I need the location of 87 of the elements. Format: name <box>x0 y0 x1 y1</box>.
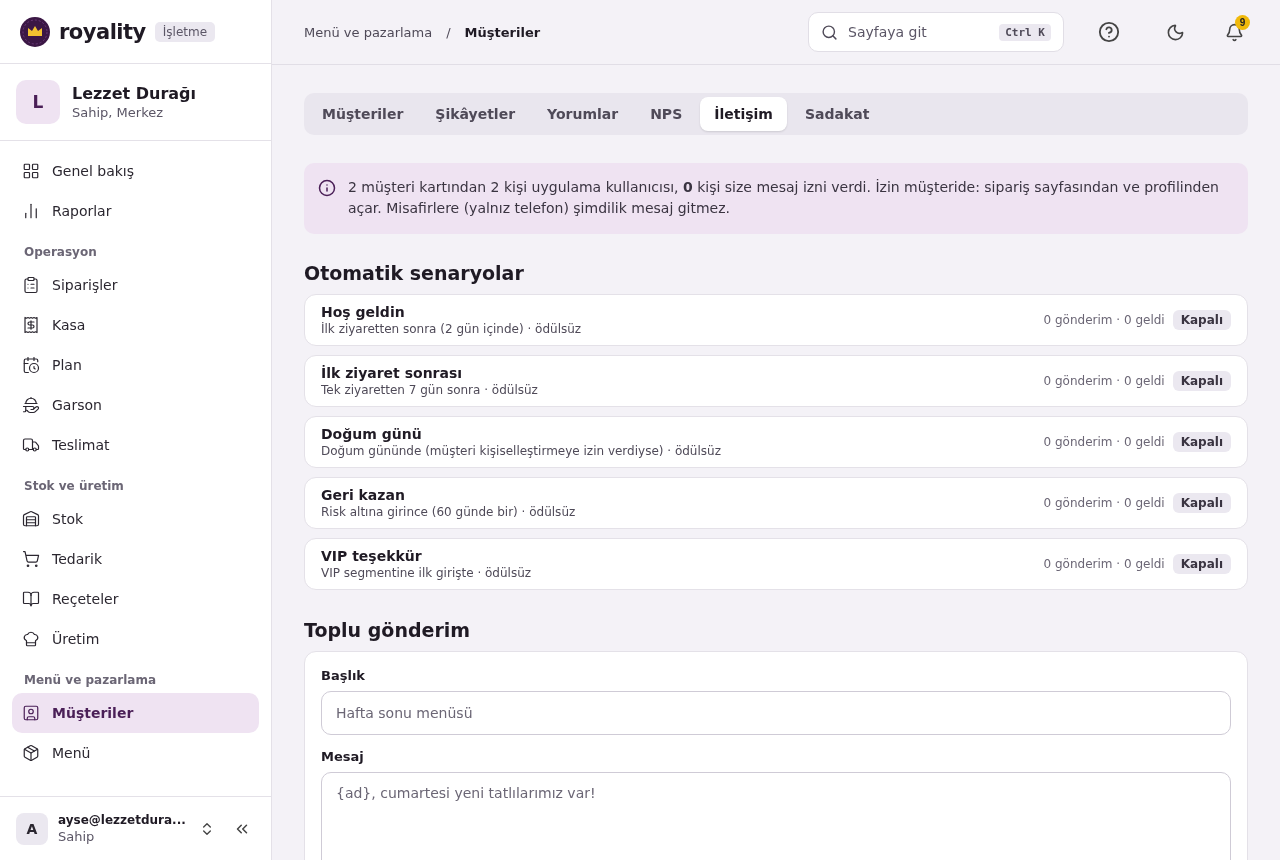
tab[interactable]: NPS <box>636 97 697 131</box>
business-role: Sahip, Merkez <box>72 105 165 120</box>
sidebar-item[interactable]: Müşteriler <box>12 693 259 733</box>
scenario-card[interactable]: Geri kazan Risk altına girince (60 günde bir) · ödülsüz 0 gönderim · 0 geldi Kapalı <box>304 477 1248 529</box>
truck-icon <box>22 436 40 454</box>
sidebar-item[interactable]: Kasa <box>12 305 259 345</box>
sidebar-item[interactable]: Teslimat <box>12 425 259 465</box>
calendar-clock-icon <box>22 356 40 374</box>
brand-name: royality <box>59 19 146 44</box>
scenario-name: VIP teşekkür <box>321 548 423 564</box>
platter-icon <box>22 396 40 414</box>
tab[interactable]: Yorumlar <box>533 97 633 131</box>
sidebar-item[interactable]: Menü <box>12 733 259 773</box>
shortcut-key: Ctrl K <box>999 23 1051 41</box>
scenario-name: İlk ziyaret sonrası <box>321 365 464 381</box>
tab[interactable]: İletişim <box>700 97 787 131</box>
user-card-icon <box>22 704 40 722</box>
sidebar-item[interactable]: Siparişler <box>12 265 259 305</box>
field-label: Mesaj <box>321 749 365 764</box>
status-toggle[interactable]: Kapalı <box>1172 493 1231 513</box>
scenario-description: VIP segmentine ilk girişte · ödülsüz <box>321 566 533 580</box>
notification-count: 9 <box>1235 14 1250 30</box>
tab[interactable]: Müşteriler <box>308 97 418 131</box>
scenario-name: Hoş geldin <box>321 304 406 320</box>
scenario-stats: 0 gönderim · 0 geldi <box>1043 435 1165 449</box>
business-avatar: L <box>16 80 60 124</box>
status-toggle[interactable]: Kapalı <box>1172 432 1231 452</box>
sidebar-item[interactable]: Stok <box>12 499 259 539</box>
scenario-stats: 0 gönderim · 0 geldi <box>1043 313 1165 327</box>
message-field[interactable]: {ad}, cumartesi yeni tatlılarımız var! <box>321 772 1231 860</box>
breadcrumb-item: Müşteriler <box>464 24 541 40</box>
search-input[interactable]: Sayfaya git <box>846 23 992 41</box>
sidebar-item[interactable]: Tedarik <box>12 539 259 579</box>
sidebar-item[interactable]: Reçeteler <box>12 579 259 619</box>
bar-chart-icon <box>22 202 40 220</box>
sidebar-item[interactable]: Plan <box>12 345 259 385</box>
moon-icon <box>1166 22 1185 42</box>
clipboard-icon <box>22 276 40 294</box>
scenario-card[interactable]: Hoş geldin İlk ziyaretten sonra (2 gün içinde) · ödülsüz 0 gönderim · 0 geldi Kapalı <box>304 294 1248 346</box>
status-toggle[interactable]: Kapalı <box>1172 554 1231 574</box>
warehouse-icon <box>22 510 40 528</box>
scenario-name: Doğum günü <box>321 426 423 442</box>
tab[interactable]: Sadakat <box>790 97 884 131</box>
notice-text: 2 müşteri kartından 2 kişi uygulama kullanıcısı, 0 kişi size mesaj izni verdi. İzin müşteride: sipariş sayfasından ve profilinden açar. Misafirlere (yalnız telefon) şimdilik mesaj gitmez. <box>348 178 1220 218</box>
scenario-description: İlk ziyaretten sonra (2 gün içinde) · ödülsüz <box>321 322 583 336</box>
nav-section-title: Operasyon <box>23 244 98 261</box>
info-icon <box>318 179 336 197</box>
scenario-card[interactable]: VIP teşekkür VIP segmentine ilk girişte · ödülsüz 0 gönderim · 0 geldi Kapalı <box>304 538 1248 590</box>
scenario-description: Risk altına girince (60 günde bir) · ödülsüz <box>321 505 577 519</box>
sidebar-item[interactable]: Üretim <box>12 619 259 659</box>
user-avatar: A <box>16 812 48 845</box>
chef-hat-icon <box>22 630 40 648</box>
cart-icon <box>22 550 40 568</box>
scenario-description: Tek ziyaretten 7 gün sonra · ödülsüz <box>321 383 539 397</box>
section-title: Otomatik senaryolar <box>304 262 525 284</box>
section-title: Toplu gönderim <box>304 619 472 641</box>
breadcrumb-item[interactable]: Menü ve pazarlama <box>304 24 433 40</box>
sidebar-item[interactable]: Garson <box>12 385 259 425</box>
search-icon <box>821 23 838 41</box>
scenario-card[interactable]: Doğum günü Doğum gününde (müşteri kişiselleştirmeye izin verdiyse) · ödülsüz 0 gönderim · 0 geldi Kapalı <box>304 416 1248 468</box>
breadcrumb-separator: / <box>446 24 451 40</box>
status-toggle[interactable]: Kapalı <box>1172 371 1231 391</box>
grid-icon <box>22 162 40 180</box>
crown-logo-icon <box>20 16 50 47</box>
book-icon <box>22 590 40 608</box>
scenario-stats: 0 gönderim · 0 geldi <box>1043 496 1165 510</box>
scenario-stats: 0 gönderim · 0 geldi <box>1043 374 1165 388</box>
plan-tag: İşletme <box>154 21 216 42</box>
search-field[interactable]: Sayfaya git Ctrl K <box>808 12 1064 52</box>
user-email: ayse@lezzetdura... <box>58 813 186 827</box>
scenario-name: Geri kazan <box>321 487 406 503</box>
nav-section-title: Menü ve pazarlama <box>23 672 157 689</box>
sidebar-item[interactable]: Genel bakış <box>12 151 259 191</box>
scenario-card[interactable]: İlk ziyaret sonrası Tek ziyaretten 7 gün sonra · ödülsüz 0 gönderim · 0 geldi Kapalı <box>304 355 1248 407</box>
sidebar-item[interactable]: Raporlar <box>12 191 259 231</box>
nav-section-title: Stok ve üretim <box>23 478 125 495</box>
title-field[interactable]: Hafta sonu menüsü <box>321 691 1231 735</box>
business-name: Lezzet Durağı <box>72 84 197 103</box>
status-toggle[interactable]: Kapalı <box>1172 310 1231 330</box>
package-icon <box>22 744 40 762</box>
user-role: Sahip <box>58 829 96 844</box>
field-label: Başlık <box>321 668 366 683</box>
help-icon <box>1098 21 1120 43</box>
scenario-description: Doğum gününde (müşteri kişiselleştirmeye izin verdiyse) · ödülsüz <box>321 444 722 458</box>
scenario-stats: 0 gönderim · 0 geldi <box>1043 557 1165 571</box>
receipt-icon <box>22 316 40 334</box>
tab[interactable]: Şikâyetler <box>421 97 530 131</box>
